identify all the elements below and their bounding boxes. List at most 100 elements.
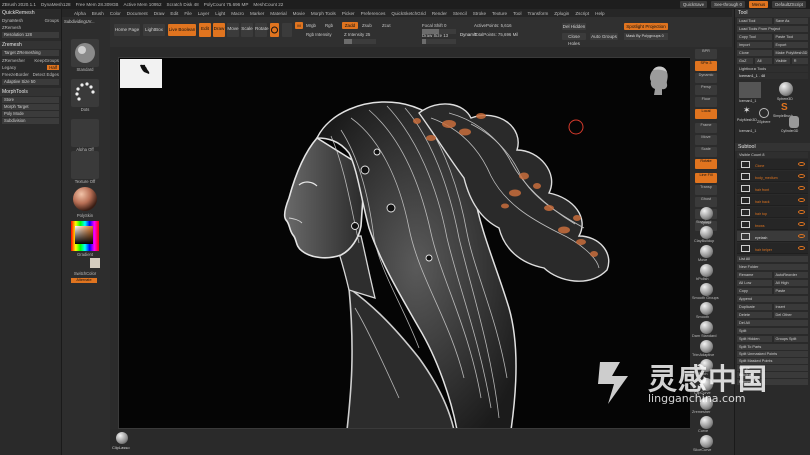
linefill-button[interactable]: Line Fill [695, 173, 717, 183]
floor-button[interactable]: Floor [695, 97, 717, 107]
tool-thumb[interactable] [739, 82, 761, 98]
zremesher-button[interactable]: ZRemesher [2, 58, 25, 63]
eye-icon[interactable] [798, 186, 805, 190]
zcut-button[interactable]: Zcut [382, 23, 391, 28]
subdivision-field[interactable]: Subdivision [2, 118, 59, 124]
eye-icon[interactable] [798, 162, 805, 166]
mrgb-label[interactable]: Mrgb [306, 23, 316, 28]
live-boolean-button[interactable]: Live Boolean [168, 24, 196, 36]
eye-icon[interactable] [798, 222, 805, 226]
groups-split-button[interactable]: Groups Split [773, 336, 808, 342]
load-tools-project-button[interactable]: Load Tools From Project [737, 26, 808, 32]
standard-brush-icon[interactable] [71, 39, 99, 67]
adaptive-size-slider[interactable]: Adaptive Size 50 [2, 79, 59, 85]
menu-item[interactable]: Texture [492, 11, 507, 16]
subtool-item[interactable]: hair top [737, 207, 808, 218]
switchcolor-label[interactable]: SwitchColor [69, 271, 101, 276]
rename-button[interactable]: Rename [737, 272, 772, 278]
auto-groups-button[interactable]: Auto Groups [590, 33, 618, 40]
standard-brush-slot[interactable]: Standard [69, 39, 101, 72]
material-slot[interactable]: PolySkin [69, 185, 101, 218]
see-through-slider[interactable]: See-through 0 [711, 1, 745, 8]
all-button[interactable]: All [755, 58, 772, 64]
mask-by-polygroups-slider[interactable]: Mask By Polygroups 0 [624, 33, 668, 40]
morphtools-title[interactable]: MorphTools [0, 88, 61, 96]
zremesh-button[interactable]: ZRemesh [2, 25, 21, 30]
morph-target-field[interactable]: Morph Target [2, 104, 59, 110]
simplebrush-icon[interactable]: S [781, 102, 788, 113]
delete-button[interactable]: Delete [737, 312, 772, 318]
bpr-button[interactable]: BPR [695, 49, 717, 59]
menu-item[interactable]: Layer [198, 11, 210, 16]
standard-brush-sphere-icon[interactable] [700, 207, 713, 220]
trimadaptive-brush-icon[interactable] [700, 340, 713, 353]
menu-item[interactable]: Alpha [74, 11, 86, 16]
zadd-button[interactable]: Zadd [342, 22, 358, 29]
dots-stroke-slot[interactable]: Dots [69, 79, 101, 112]
export-button[interactable]: Export [773, 42, 808, 48]
zsub-button[interactable]: Zsub [362, 23, 372, 28]
legacy-button[interactable]: Legacy [2, 65, 16, 70]
menu-item[interactable]: Movie [293, 11, 305, 16]
scale-view-button[interactable]: Scale [695, 147, 717, 157]
freezeborder-button[interactable]: FreezeBorder [2, 72, 29, 77]
sphere3d-thumb-icon[interactable] [779, 82, 793, 96]
eye-icon[interactable] [798, 234, 805, 238]
del-all-button[interactable]: Del All [737, 320, 808, 326]
alpha-icon[interactable] [71, 119, 99, 147]
menu-item[interactable]: Document [127, 11, 148, 16]
curve-brush-icon[interactable] [700, 416, 713, 429]
subtool-title[interactable]: Subtool [735, 143, 810, 151]
subtool-item[interactable]: body_medium [737, 171, 808, 182]
draw-size-label[interactable]: Draw Size 13 [422, 33, 448, 38]
clone-button[interactable]: Clone [737, 50, 772, 56]
subtool-item-selected[interactable]: eyelash [737, 231, 808, 242]
damstandard-brush-icon[interactable] [700, 321, 713, 334]
close-holes-button[interactable]: Close Holes [562, 33, 586, 46]
eye-icon[interactable] [798, 210, 805, 214]
rotate-view-button[interactable]: Rotate [695, 159, 717, 169]
rgb-intensity-label[interactable]: Rgb Intensity [306, 32, 332, 37]
menu-item[interactable]: Draw [154, 11, 165, 16]
z-intensity-label[interactable]: Z Intensity 25 [344, 32, 370, 37]
save-as-button[interactable]: Save As [773, 18, 808, 24]
visible-button[interactable]: Visible [773, 58, 790, 64]
persp-button[interactable]: Persp [695, 85, 717, 95]
menu-item[interactable]: Zscript [575, 11, 589, 16]
menu-item[interactable]: Tool [513, 11, 521, 16]
keepgroups-button[interactable]: KeepGroups [34, 58, 59, 63]
dots-stroke-icon[interactable] [71, 79, 99, 107]
transp-button[interactable]: Transp [695, 185, 717, 195]
groups-button[interactable]: Groups [45, 18, 59, 23]
focal-shift-label[interactable]: Focal Shift 0 [422, 23, 446, 28]
subtool-item[interactable]: Clone [737, 159, 808, 170]
material-icon[interactable] [71, 185, 99, 213]
menu-item[interactable]: QuickSketchGrid [391, 11, 425, 16]
move-view-button[interactable]: Move [695, 135, 717, 145]
menu-item[interactable]: Help [595, 11, 604, 16]
import-button[interactable]: Import [737, 42, 772, 48]
new-folder-button[interactable]: New Folder [737, 264, 808, 270]
move-button[interactable]: Move [227, 23, 239, 37]
spotlight-projection-button[interactable]: Spotlight Projection [624, 23, 668, 30]
scale-button[interactable]: Scale [241, 23, 253, 37]
eye-icon[interactable] [798, 198, 805, 202]
lightbox-tools-button[interactable]: Lightbox ▸ Tools [737, 66, 808, 72]
cylinder-icon[interactable] [789, 116, 799, 128]
frame-button[interactable]: Frame [695, 123, 717, 133]
color-picker[interactable] [71, 221, 99, 251]
alternate-button[interactable]: Alternate [71, 278, 97, 283]
dynamic-persp-button[interactable]: Dynamic [695, 73, 717, 83]
menu-item[interactable]: Morph Tools [311, 11, 336, 16]
material-mode-icon[interactable] [282, 23, 292, 37]
menu-item[interactable]: Marker [250, 11, 264, 16]
subtool-item[interactable]: hair front [737, 183, 808, 194]
insert-button[interactable]: Insert [773, 304, 808, 310]
menu-item[interactable]: Transform [528, 11, 549, 16]
menu-item[interactable]: Light [215, 11, 225, 16]
split-button[interactable]: Split [737, 328, 808, 334]
goz-button[interactable]: GoZ [737, 58, 754, 64]
menu-item[interactable]: Stencil [453, 11, 467, 16]
split-to-parts-button[interactable]: Split To Parts [737, 344, 808, 350]
edit-button[interactable]: Edit [199, 23, 211, 37]
